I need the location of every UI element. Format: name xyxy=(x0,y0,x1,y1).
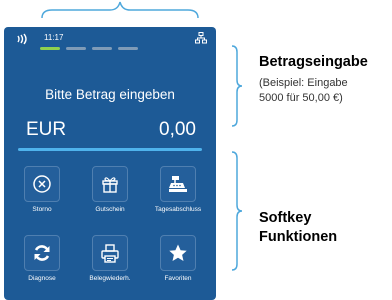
star-icon xyxy=(169,244,187,261)
clock: 11:17 xyxy=(44,33,64,42)
softkey-tile[interactable] xyxy=(160,235,196,271)
amount-prompt: Bitte Betrag eingeben xyxy=(45,87,175,102)
annotation-line: Softkey xyxy=(259,210,312,226)
softkey-tile[interactable] xyxy=(160,166,196,202)
brace-amount xyxy=(231,45,243,127)
softkey-label: Tagesabschluss xyxy=(154,206,202,213)
annotation-softkeys: Softkey Funktionen xyxy=(259,209,337,247)
softkey-label: Storno xyxy=(32,206,52,213)
refresh-icon xyxy=(34,245,50,261)
status-bar: 11:17 xyxy=(4,27,216,55)
page-dot xyxy=(66,47,86,50)
page-dot xyxy=(118,47,138,50)
softkey-tile[interactable] xyxy=(92,166,128,202)
softkey-label: Belegwiederh. xyxy=(89,275,131,282)
page-dot-active xyxy=(40,47,60,50)
page-dot xyxy=(92,47,112,50)
softkey-gutschein[interactable]: Gutschein xyxy=(75,166,145,213)
softkey-tagesabschluss[interactable]: Tagesabschluss xyxy=(143,166,213,213)
softkey-belegwiederholung[interactable]: Belegwiederh. xyxy=(75,235,145,282)
network-icon xyxy=(195,32,207,44)
softkey-label: Favoriten xyxy=(164,275,192,282)
softkey-favoriten[interactable]: Favoriten xyxy=(143,235,213,282)
softkey-storno[interactable]: Storno xyxy=(7,166,77,213)
annotation-amount-title: Betragseingabe xyxy=(259,54,368,70)
softkey-tile[interactable] xyxy=(92,235,128,271)
cash-register-icon xyxy=(169,176,187,192)
softkey-tile[interactable] xyxy=(24,235,60,271)
gift-icon xyxy=(102,177,118,193)
annotation-line: 5000 für 50,00 €) xyxy=(259,92,343,104)
annotation-line: Funktionen xyxy=(259,229,338,245)
amount-input[interactable]: 0,00 xyxy=(159,119,196,141)
brace-softkeys xyxy=(231,151,243,271)
annotation-line: (Beispiel: Eingabe xyxy=(259,77,348,89)
annotation-amount-example: (Beispiel: Eingabe 5000 für 50,00 €) xyxy=(259,76,392,106)
softkey-diagnose[interactable]: Diagnose xyxy=(7,235,77,282)
softkey-label: Gutschein xyxy=(95,206,125,213)
terminal-screen: 11:17 Bitte Betrag eingeben EUR 0,00 Sto… xyxy=(4,27,216,300)
softkey-label: Diagnose xyxy=(28,275,56,282)
nfc-icon xyxy=(17,33,27,45)
printer-icon xyxy=(101,244,119,263)
cancel-x-icon xyxy=(33,175,51,193)
currency-label: EUR xyxy=(26,119,67,140)
amount-underline xyxy=(18,148,202,151)
softkey-tile[interactable] xyxy=(24,166,60,202)
top-brace xyxy=(41,1,199,19)
